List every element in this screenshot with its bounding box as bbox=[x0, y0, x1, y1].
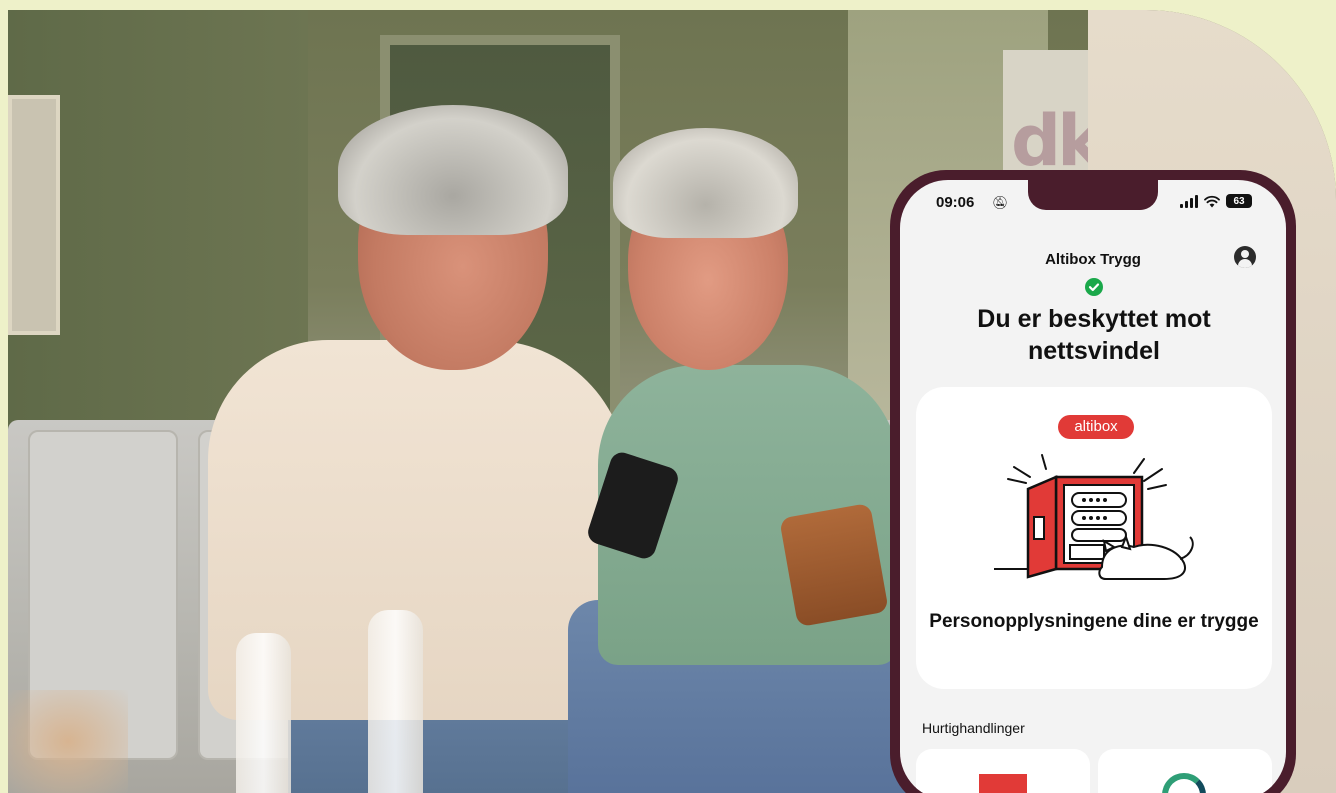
woman-hair bbox=[613, 128, 798, 238]
safe-with-cat-illustration bbox=[994, 454, 1194, 580]
check-circle-icon bbox=[1085, 278, 1103, 296]
wall-frame bbox=[8, 95, 60, 335]
altibox-logo: altibox bbox=[1058, 415, 1134, 439]
battery-icon: 63 bbox=[1226, 194, 1252, 208]
info-card[interactable]: altibox Personopplysningene dine er tryg… bbox=[916, 387, 1272, 689]
candle bbox=[236, 633, 291, 793]
phone-screen: 09:06 🔕︎ 63 Altibox Trygg Du er beskytte… bbox=[900, 180, 1286, 793]
quick-action-altibox[interactable]: altibox bbox=[916, 749, 1090, 793]
phone-mockup: 09:06 🔕︎ 63 Altibox Trygg Du er beskytte… bbox=[890, 170, 1296, 793]
foreground-blur bbox=[8, 690, 128, 793]
protection-status-headline: Du er beskyttet mot nettsvindel bbox=[977, 305, 1211, 365]
profile-icon[interactable] bbox=[1234, 246, 1256, 268]
status-time: 09:06 bbox=[936, 194, 975, 211]
status-bar: 09:06 🔕︎ 63 bbox=[900, 194, 1286, 218]
green-s-logo-icon bbox=[1162, 773, 1206, 793]
app-title: Altibox Trygg bbox=[1045, 251, 1141, 268]
signal-icon bbox=[1180, 194, 1198, 208]
card-message: Personopplysningene dine er trygge bbox=[929, 611, 1259, 632]
wifi-icon bbox=[1204, 195, 1220, 207]
candle bbox=[368, 610, 423, 793]
bell-slash-icon: 🔕︎ bbox=[992, 195, 1009, 210]
status-indicators: 63 bbox=[1180, 194, 1252, 208]
held-phone-case bbox=[779, 502, 889, 628]
man-hair bbox=[338, 105, 568, 235]
altibox-logo-icon: altibox bbox=[979, 774, 1027, 793]
quick-actions-label: Hurtighandlinger bbox=[922, 720, 1025, 736]
quick-action-green[interactable] bbox=[1098, 749, 1272, 793]
